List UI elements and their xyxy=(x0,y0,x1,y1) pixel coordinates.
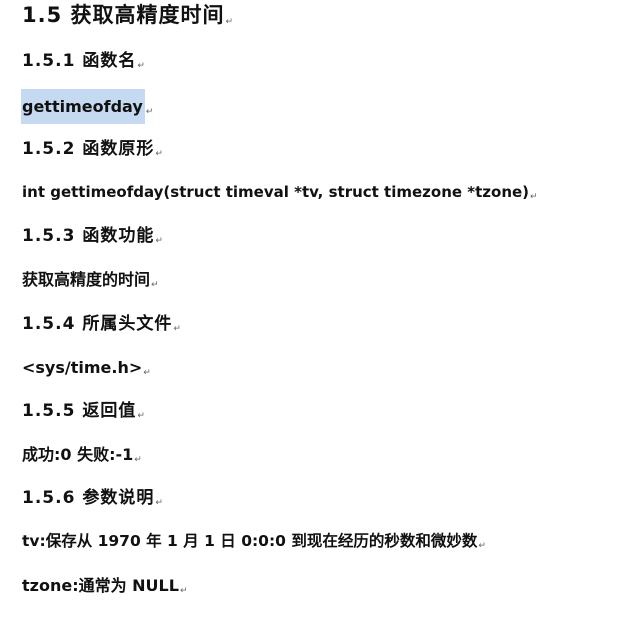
selected-text[interactable]: gettimeofday xyxy=(21,89,145,124)
paragraph-mark-icon: ↵ xyxy=(134,455,142,465)
paragraph-mark-icon: ↵ xyxy=(173,324,182,334)
paragraph-mark-icon: ↵ xyxy=(143,368,151,378)
function-prototype-text: int gettimeofday(struct timeval *tv, str… xyxy=(22,183,530,201)
return-value-text: 成功:0 失败:-1 xyxy=(22,445,134,464)
section-title: 1.5 获取高精度时间↵ xyxy=(22,5,234,27)
parameter-tv-text: tv:保存从 1970 年 1 月 1 日 0:0:0 到现在经历的秒数和微妙数 xyxy=(22,532,478,550)
function-purpose-paragraph: 获取高精度的时间↵ xyxy=(22,272,159,290)
paragraph-mark-icon: ↵ xyxy=(155,236,164,246)
heading-header-file: 1.5.4 所属头文件↵ xyxy=(22,316,182,334)
return-value-paragraph: 成功:0 失败:-1↵ xyxy=(22,447,142,465)
document-page: 1.5 获取高精度时间↵ 1.5.1 函数名↵ gettimeofday ↵ 1.… xyxy=(0,0,634,618)
paragraph-mark-icon: ↵ xyxy=(179,586,188,596)
parameter-tzone-text: tzone:通常为 NULL xyxy=(22,576,179,595)
heading-return-value: 1.5.5 返回值↵ xyxy=(22,403,146,421)
heading-function-prototype: 1.5.2 函数原形↵ xyxy=(22,141,164,159)
heading-function-purpose-text: 1.5.3 函数功能 xyxy=(22,226,155,246)
paragraph-mark-icon: ↵ xyxy=(530,192,538,202)
paragraph-mark-icon: ↵ xyxy=(137,61,146,71)
heading-parameters-text: 1.5.6 参数说明 xyxy=(22,488,155,508)
paragraph-mark-icon: ↵ xyxy=(145,107,154,117)
function-name-paragraph: gettimeofday ↵ xyxy=(21,89,154,124)
paragraph-mark-icon: ↵ xyxy=(151,280,159,290)
paragraph-mark-icon: ↵ xyxy=(478,541,486,551)
paragraph-mark-icon: ↵ xyxy=(155,498,164,508)
paragraph-mark-icon: ↵ xyxy=(225,17,235,27)
parameter-tv-paragraph: tv:保存从 1970 年 1 月 1 日 0:0:0 到现在经历的秒数和微妙数… xyxy=(22,532,486,551)
paragraph-mark-icon: ↵ xyxy=(137,411,146,421)
heading-function-name-text: 1.5.1 函数名 xyxy=(22,51,137,71)
paragraph-mark-icon: ↵ xyxy=(155,149,164,159)
heading-function-prototype-text: 1.5.2 函数原形 xyxy=(22,139,155,159)
header-file-paragraph: <sys/time.h>↵ xyxy=(22,360,151,378)
header-file-text: <sys/time.h> xyxy=(22,358,143,377)
heading-header-file-text: 1.5.4 所属头文件 xyxy=(22,314,173,334)
function-purpose-text: 获取高精度的时间 xyxy=(22,270,151,289)
heading-return-value-text: 1.5.5 返回值 xyxy=(22,401,137,421)
function-prototype-paragraph: int gettimeofday(struct timeval *tv, str… xyxy=(22,185,538,202)
heading-function-purpose: 1.5.3 函数功能↵ xyxy=(22,228,164,246)
parameter-tzone-paragraph: tzone:通常为 NULL↵ xyxy=(22,578,188,596)
section-title-text: 1.5 获取高精度时间 xyxy=(22,3,225,27)
heading-parameters: 1.5.6 参数说明↵ xyxy=(22,490,164,508)
heading-function-name: 1.5.1 函数名↵ xyxy=(22,53,146,71)
